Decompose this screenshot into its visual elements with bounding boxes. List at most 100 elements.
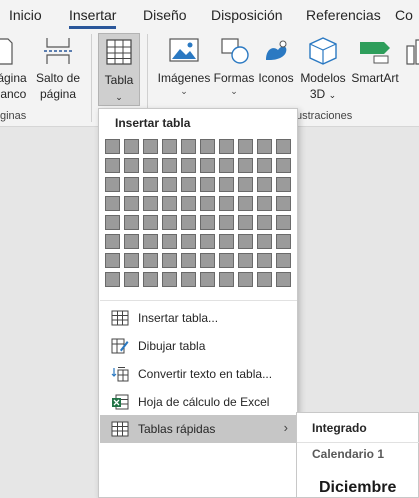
grid-cell[interactable] bbox=[219, 234, 234, 249]
chart-button[interactable] bbox=[402, 38, 419, 70]
grid-cell[interactable] bbox=[181, 234, 196, 249]
grid-cell[interactable] bbox=[238, 272, 253, 287]
grid-cell[interactable] bbox=[162, 177, 177, 192]
grid-cell[interactable] bbox=[105, 177, 120, 192]
images-button[interactable]: Imágenes ⌄ bbox=[156, 36, 212, 96]
table-button[interactable]: Tabla ⌄ bbox=[98, 33, 140, 106]
grid-cell[interactable] bbox=[162, 253, 177, 268]
grid-cell[interactable] bbox=[257, 196, 272, 211]
grid-cell[interactable] bbox=[276, 196, 291, 211]
grid-cell[interactable] bbox=[105, 253, 120, 268]
grid-cell[interactable] bbox=[219, 253, 234, 268]
grid-cell[interactable] bbox=[200, 272, 215, 287]
menu-item-draw-table[interactable]: Dibujar tabla bbox=[100, 332, 297, 360]
grid-cell[interactable] bbox=[105, 272, 120, 287]
grid-cell[interactable] bbox=[162, 272, 177, 287]
grid-cell[interactable] bbox=[124, 253, 139, 268]
grid-cell[interactable] bbox=[238, 253, 253, 268]
grid-cell[interactable] bbox=[162, 158, 177, 173]
grid-cell[interactable] bbox=[162, 215, 177, 230]
grid-cell[interactable] bbox=[124, 272, 139, 287]
menu-item-excel-sheet[interactable]: Hoja de cálculo de Excel bbox=[100, 388, 297, 416]
grid-cell[interactable] bbox=[219, 196, 234, 211]
tab-correspondencia[interactable]: Co bbox=[395, 7, 413, 23]
grid-cell[interactable] bbox=[181, 139, 196, 154]
grid-cell[interactable] bbox=[124, 158, 139, 173]
menu-item-insert-table[interactable]: Insertar tabla... bbox=[100, 304, 297, 332]
tab-referencias[interactable]: Referencias bbox=[306, 7, 381, 23]
tab-inicio[interactable]: Inicio bbox=[9, 7, 42, 23]
grid-cell[interactable] bbox=[181, 196, 196, 211]
grid-cell[interactable] bbox=[276, 234, 291, 249]
icons-button[interactable]: Iconos bbox=[256, 36, 296, 86]
grid-cell[interactable] bbox=[105, 215, 120, 230]
grid-cell[interactable] bbox=[124, 234, 139, 249]
grid-cell[interactable] bbox=[162, 196, 177, 211]
grid-cell[interactable] bbox=[124, 215, 139, 230]
grid-cell[interactable] bbox=[124, 139, 139, 154]
grid-cell[interactable] bbox=[124, 196, 139, 211]
grid-cell[interactable] bbox=[124, 177, 139, 192]
grid-cell[interactable] bbox=[219, 215, 234, 230]
grid-cell[interactable] bbox=[143, 196, 158, 211]
grid-cell[interactable] bbox=[238, 215, 253, 230]
grid-cell[interactable] bbox=[276, 272, 291, 287]
grid-cell[interactable] bbox=[105, 234, 120, 249]
submenu-item-calendario[interactable]: Calendario 1 bbox=[312, 447, 384, 461]
blank-page-button[interactable]: ágina lanco bbox=[0, 36, 30, 102]
grid-cell[interactable] bbox=[200, 234, 215, 249]
tab-diseno[interactable]: Diseño bbox=[143, 7, 187, 23]
grid-cell[interactable] bbox=[105, 158, 120, 173]
menu-item-quick-tables[interactable]: Tablas rápidas › bbox=[100, 415, 297, 443]
grid-cell[interactable] bbox=[219, 139, 234, 154]
grid-cell[interactable] bbox=[238, 196, 253, 211]
grid-cell[interactable] bbox=[257, 234, 272, 249]
grid-cell[interactable] bbox=[143, 177, 158, 192]
grid-cell[interactable] bbox=[200, 215, 215, 230]
grid-cell[interactable] bbox=[238, 177, 253, 192]
grid-cell[interactable] bbox=[257, 177, 272, 192]
grid-cell[interactable] bbox=[200, 196, 215, 211]
grid-cell[interactable] bbox=[105, 196, 120, 211]
grid-cell[interactable] bbox=[181, 158, 196, 173]
grid-cell[interactable] bbox=[181, 272, 196, 287]
grid-cell[interactable] bbox=[143, 253, 158, 268]
grid-cell[interactable] bbox=[105, 139, 120, 154]
grid-cell[interactable] bbox=[276, 177, 291, 192]
grid-cell[interactable] bbox=[238, 139, 253, 154]
grid-cell[interactable] bbox=[257, 272, 272, 287]
page-break-button[interactable]: Salto de página bbox=[34, 36, 82, 102]
grid-cell[interactable] bbox=[276, 253, 291, 268]
grid-cell[interactable] bbox=[143, 139, 158, 154]
grid-cell[interactable] bbox=[238, 158, 253, 173]
grid-cell[interactable] bbox=[162, 139, 177, 154]
grid-cell[interactable] bbox=[200, 158, 215, 173]
grid-cell[interactable] bbox=[143, 215, 158, 230]
grid-cell[interactable] bbox=[219, 272, 234, 287]
grid-cell[interactable] bbox=[276, 158, 291, 173]
grid-cell[interactable] bbox=[276, 215, 291, 230]
smartart-button[interactable]: SmartArt bbox=[350, 36, 400, 86]
calendar-preview-month[interactable]: Diciembre bbox=[319, 479, 396, 497]
grid-cell[interactable] bbox=[143, 272, 158, 287]
grid-cell[interactable] bbox=[181, 215, 196, 230]
grid-cell[interactable] bbox=[200, 139, 215, 154]
grid-cell[interactable] bbox=[143, 158, 158, 173]
3d-models-button[interactable]: Modelos 3D ⌄ bbox=[296, 36, 350, 103]
tab-disposicion[interactable]: Disposición bbox=[211, 7, 283, 23]
grid-cell[interactable] bbox=[219, 177, 234, 192]
menu-item-convert-text[interactable]: Convertir texto en tabla... bbox=[100, 360, 297, 388]
grid-cell[interactable] bbox=[200, 177, 215, 192]
grid-cell[interactable] bbox=[143, 234, 158, 249]
grid-cell[interactable] bbox=[257, 158, 272, 173]
grid-cell[interactable] bbox=[181, 253, 196, 268]
grid-cell[interactable] bbox=[276, 139, 291, 154]
grid-cell[interactable] bbox=[257, 139, 272, 154]
grid-cell[interactable] bbox=[238, 234, 253, 249]
grid-cell[interactable] bbox=[200, 253, 215, 268]
grid-cell[interactable] bbox=[257, 215, 272, 230]
tab-insertar[interactable]: Insertar bbox=[69, 7, 116, 23]
grid-cell[interactable] bbox=[219, 158, 234, 173]
grid-cell[interactable] bbox=[181, 177, 196, 192]
grid-cell[interactable] bbox=[257, 253, 272, 268]
